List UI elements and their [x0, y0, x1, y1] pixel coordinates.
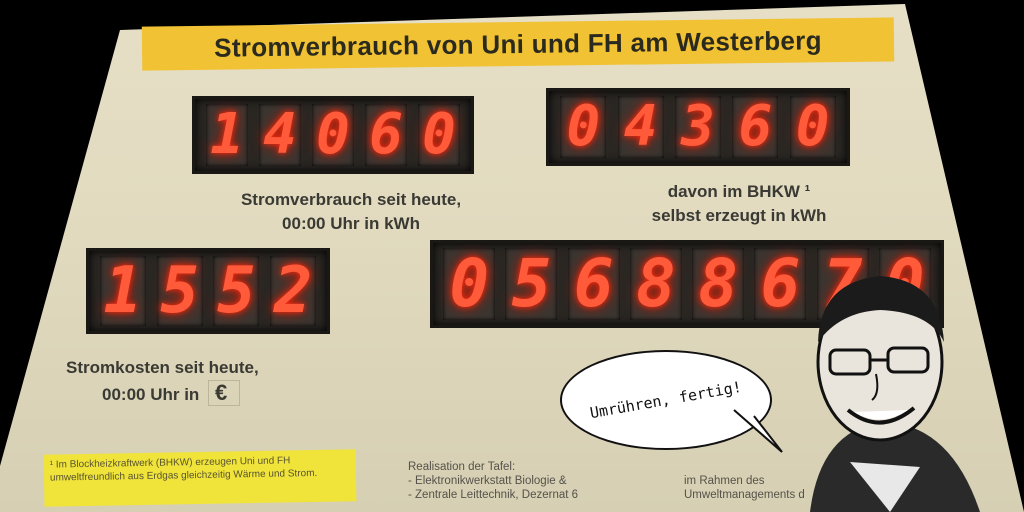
realisation-note: Realisation der Tafel: - Elektronikwerks… — [408, 460, 578, 502]
led-digit: 0 — [443, 248, 496, 320]
cost-caption-line-2: 00:00 Uhr in — [102, 385, 200, 404]
realisation-line-2: - Elektronikwerkstatt Biologie & — [408, 475, 567, 487]
board-title-strip: Stromverbrauch von Uni und FH am Westerb… — [141, 17, 895, 71]
led-digit: 5 — [213, 256, 260, 326]
board-title: Stromverbrauch von Uni und FH am Westerb… — [214, 24, 822, 63]
led-consumption-display: 14060 — [192, 96, 474, 174]
led-digit: 4 — [259, 104, 301, 166]
led-digit: 3 — [674, 96, 721, 158]
led-digit: 6 — [567, 248, 620, 320]
led-digit: 5 — [505, 248, 558, 320]
led-digit: 0 — [789, 96, 836, 158]
led-digit: 1 — [206, 104, 248, 166]
cost-caption: Stromkosten seit heute, 00:00 Uhr in € — [52, 356, 352, 407]
led-digit: 4 — [617, 96, 664, 158]
realisation-line-3: - Zentrale Leittechnik, Dezernat 6 — [408, 489, 579, 501]
led-digit: 6 — [365, 104, 407, 166]
euro-symbol: € — [208, 380, 241, 406]
bhkw-caption-line-1: davon im BHKW ¹ — [667, 182, 811, 201]
led-digit: 2 — [270, 256, 317, 326]
led-bhkw-display: 04360 — [546, 88, 850, 166]
led-digit: 5 — [156, 256, 203, 326]
speech-bubble-text: Umrühren, fertig! — [588, 377, 744, 423]
led-digit: 1 — [99, 256, 146, 326]
consumption-caption-line-1: Stromverbrauch seit heute, — [240, 190, 462, 209]
man-portrait-illustration — [810, 276, 980, 512]
led-digit: 0 — [312, 104, 354, 166]
led-digit: 0 — [418, 104, 460, 166]
led-digit: 0 — [560, 96, 607, 158]
bhkw-caption: davon im BHKW ¹ selbst erzeugt in kWh — [594, 180, 884, 228]
cost-caption-line-2-wrap: 00:00 Uhr in € — [52, 380, 352, 407]
led-digit: 8 — [629, 248, 682, 320]
led-digit: 8 — [692, 248, 745, 320]
bhkw-footnote: ¹ Im Blockheizkraftwerk (BHKW) erzeugen … — [43, 449, 357, 507]
led-digit: 6 — [732, 96, 779, 158]
bhkw-caption-line-2: selbst erzeugt in kWh — [651, 206, 827, 225]
consumption-caption: Stromverbrauch seit heute, 00:00 Uhr in … — [196, 188, 506, 236]
led-cost-display: 1552 — [86, 248, 330, 334]
consumption-caption-line-2: 00:00 Uhr in kWh — [282, 214, 420, 233]
realisation-line-1: Realisation der Tafel: — [408, 461, 516, 473]
cost-caption-line-1: Stromkosten seit heute, — [66, 358, 259, 377]
